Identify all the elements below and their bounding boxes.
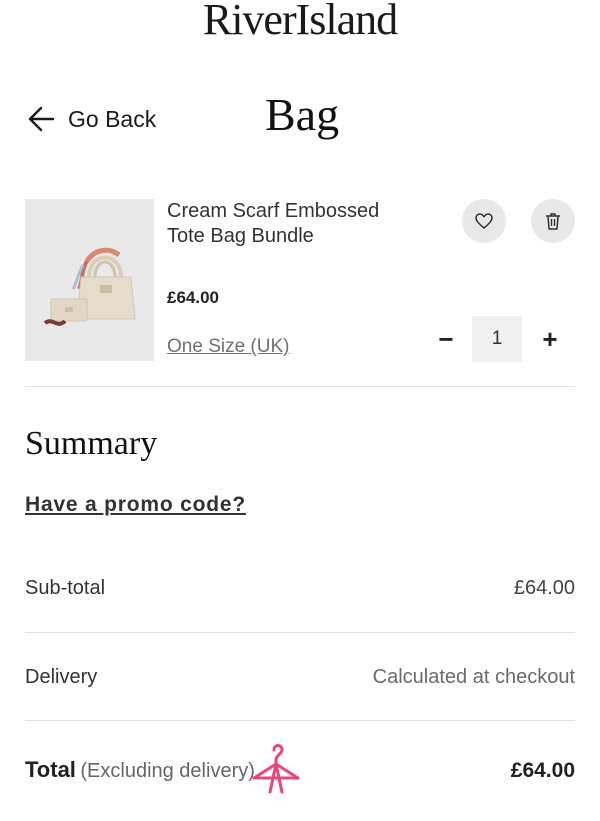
bag-item: Cream Scarf Embossed Tote Bag Bundle £64… (25, 199, 575, 362)
product-price: £64.00 (167, 288, 219, 307)
quantity-stepper: − 1 + (431, 316, 565, 362)
promo-code-link[interactable]: Have a promo code? (25, 493, 246, 517)
total-label: Total (25, 757, 76, 782)
product-image-graphic (25, 199, 154, 361)
quantity-value[interactable]: 1 (472, 316, 522, 362)
decrease-quantity-button[interactable]: − (431, 316, 461, 362)
product-image[interactable] (25, 199, 154, 361)
brand-logo[interactable]: RiverIsland (0, 0, 600, 42)
delivery-label: Delivery (25, 666, 98, 688)
page-title: Bag (265, 89, 340, 140)
go-back-button[interactable]: Go Back (26, 100, 156, 138)
delivery-value: Calculated at checkout (372, 666, 575, 688)
subtotal-value: £64.00 (513, 577, 575, 599)
total-note: (Excluding delivery) (80, 760, 255, 782)
subtotal-row: Sub-total £64.00 (25, 577, 575, 600)
hanger-icon (252, 744, 300, 794)
trash-icon (546, 213, 560, 230)
remove-item-button[interactable] (531, 199, 575, 243)
divider (25, 632, 575, 633)
go-back-label: Go Back (68, 105, 157, 132)
total-label-group: Total (Excluding delivery) (25, 757, 255, 783)
hanger-widget-button[interactable] (250, 738, 302, 796)
add-to-wishlist-button[interactable] (462, 199, 506, 243)
product-size-link[interactable]: One Size (UK) (167, 336, 289, 358)
heart-icon (475, 213, 493, 229)
total-value: £64.00 (510, 759, 575, 782)
increase-quantity-button[interactable]: + (535, 316, 565, 362)
divider (25, 720, 575, 721)
arrow-left-icon (28, 106, 55, 132)
delivery-row: Delivery Calculated at checkout (25, 666, 575, 689)
divider (25, 386, 575, 387)
product-name[interactable]: Cream Scarf Embossed Tote Bag Bundle (167, 199, 397, 249)
subtotal-label: Sub-total (25, 577, 106, 599)
summary-title: Summary (25, 425, 158, 462)
